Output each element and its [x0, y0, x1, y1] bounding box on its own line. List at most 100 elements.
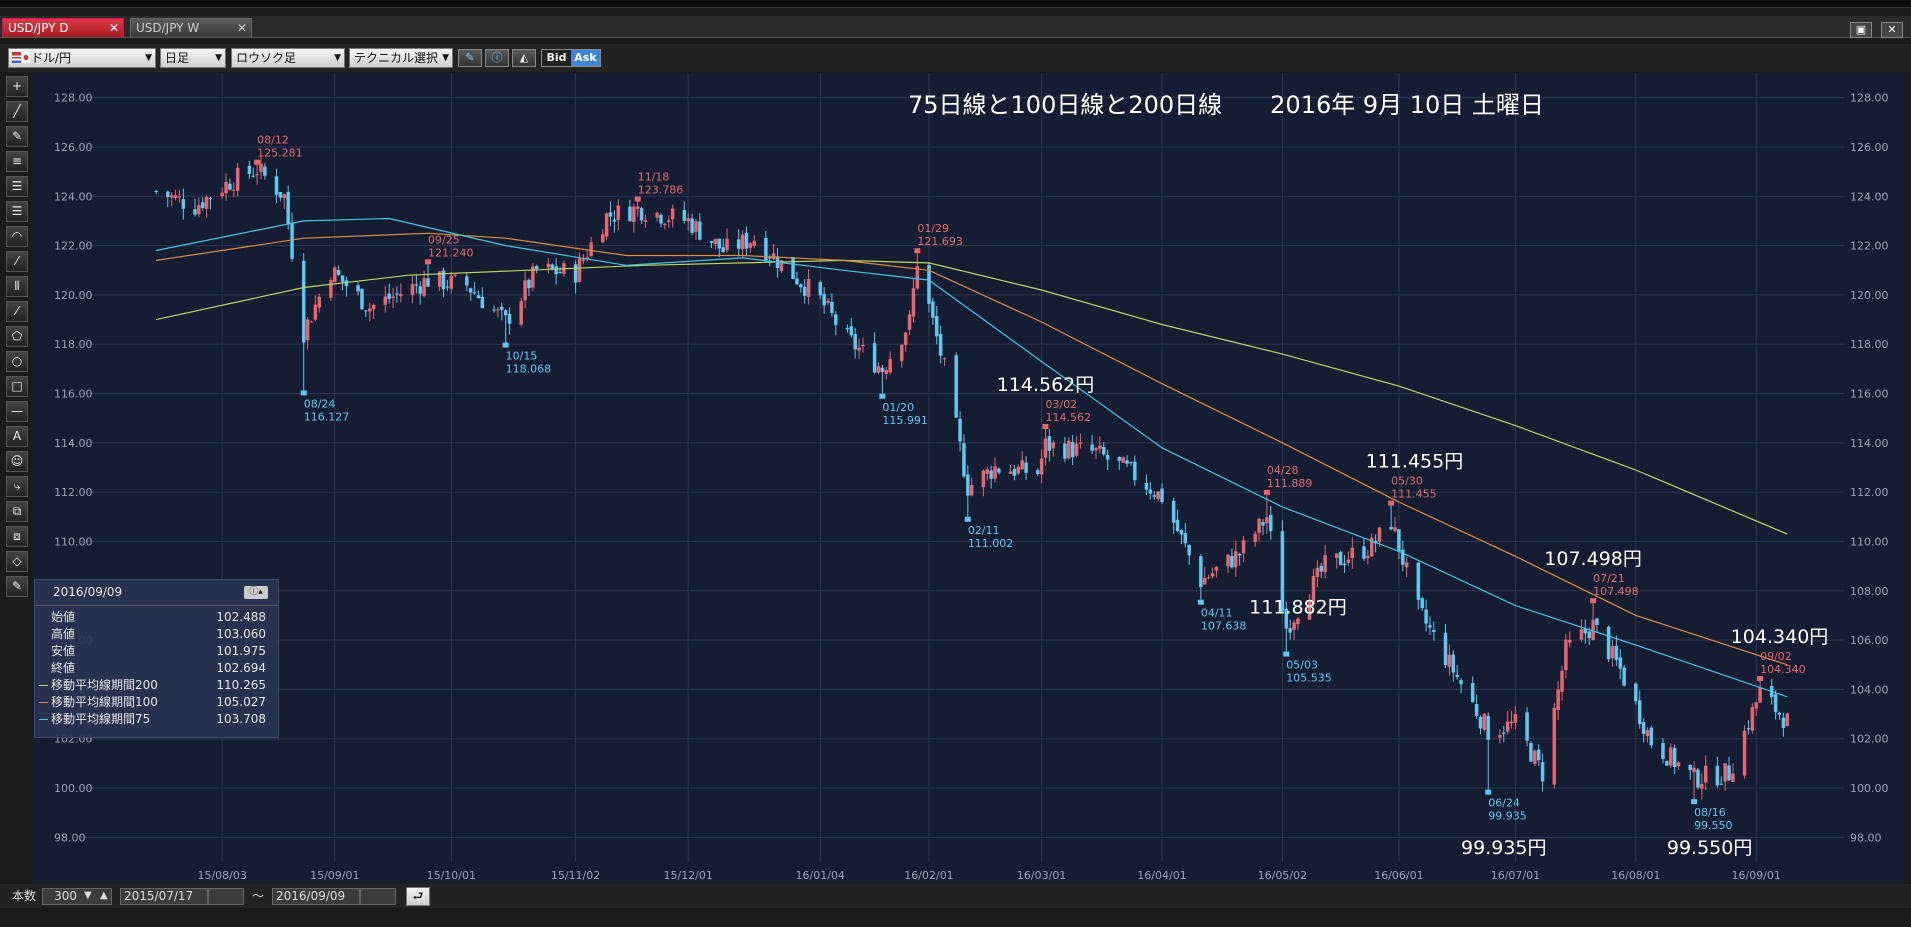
timeframe-select[interactable]: 日足 ▼: [160, 48, 226, 68]
swing-marker: [502, 342, 509, 348]
y-tick-label-left: 118.00: [54, 338, 93, 351]
pentagon-icon[interactable]: ⬠: [6, 326, 28, 347]
from-time-input[interactable]: [208, 888, 244, 905]
rectangle-icon[interactable]: □: [6, 376, 28, 397]
pitchfork-icon[interactable]: ⁄: [6, 301, 28, 322]
restore-window-icon[interactable]: ▣: [1849, 22, 1872, 38]
technical-select[interactable]: テクニカル選択 ▼: [349, 48, 453, 68]
crosshair-icon[interactable]: +: [6, 76, 28, 97]
candle-body: [1513, 713, 1518, 723]
trend-line-icon[interactable]: ╱: [6, 101, 28, 122]
close-tab-icon[interactable]: ✕: [237, 19, 247, 38]
info-icon[interactable]: ⓘ: [485, 49, 509, 67]
swing-value-label: 115.991: [882, 414, 928, 427]
info-value: 102.694: [216, 661, 266, 675]
candle-body: [1568, 639, 1572, 643]
candle-body: [197, 205, 201, 215]
y-tick-label-left: 114.00: [54, 437, 93, 450]
gann-icon[interactable]: ⁄: [6, 251, 28, 272]
ask-button[interactable]: Ask: [571, 50, 600, 66]
y-tick-label-right: 122.00: [1850, 240, 1889, 253]
x-tick-label: 16/06/01: [1374, 869, 1423, 882]
text-icon[interactable]: A: [6, 426, 28, 447]
candle-body: [224, 181, 228, 194]
paste-icon[interactable]: ⧈: [6, 526, 28, 547]
candle-body: [791, 257, 795, 280]
x-tick-label: 16/01/04: [796, 869, 845, 882]
swing-date-label: 05/03: [1286, 659, 1318, 672]
to-time-input[interactable]: [360, 888, 396, 905]
cursor-icon[interactable]: ⤷: [6, 476, 28, 497]
candle-body: [1669, 747, 1673, 766]
swing-value-label: 111.889: [1267, 477, 1313, 490]
to-date-input[interactable]: 2016/09/09: [272, 888, 360, 905]
horizontal-lines-icon[interactable]: ≡: [6, 151, 28, 172]
candle-body: [177, 196, 182, 198]
candle-body: [1502, 732, 1506, 734]
fibonacci-icon[interactable]: ☰: [6, 201, 28, 222]
chart-panel: 128.00 128.00 126.00 126.00 124.00 124.00 122.…: [32, 73, 1904, 884]
price-annotation: 107.498円: [1544, 548, 1642, 570]
candle-body: [717, 238, 722, 249]
candle-body: [1230, 556, 1234, 568]
candle-body: [643, 220, 648, 222]
candle-body: [426, 278, 430, 287]
arc-icon[interactable]: ◠: [6, 226, 28, 247]
apply-range-button[interactable]: ⮐: [406, 887, 430, 906]
info-label: 移動平均線期間100: [51, 695, 158, 709]
bid-button[interactable]: Bid: [542, 50, 571, 66]
candle-body: [744, 232, 749, 249]
tab-usdjpy-daily[interactable]: USD/JPY D ✕: [2, 18, 124, 37]
chart-style-select[interactable]: ロウソク足 ▼: [231, 48, 345, 68]
pen-icon[interactable]: ✎: [458, 49, 482, 67]
candle-body: [1404, 562, 1409, 568]
circle-icon[interactable]: ○: [6, 351, 28, 372]
pencil-icon[interactable]: ✎: [6, 126, 28, 147]
collapse-info-icon[interactable]: ⓘ▴: [244, 586, 268, 599]
candle-body: [1424, 609, 1428, 624]
from-date-input[interactable]: 2015/07/17: [120, 888, 208, 905]
candle-body: [1342, 563, 1347, 566]
horizontal-line-icon[interactable]: —: [6, 401, 28, 422]
candle-body: [589, 242, 593, 257]
candle-body: [958, 418, 962, 442]
info-row: 安値 101.975: [35, 643, 278, 660]
price-chart[interactable]: 128.00 128.00 126.00 126.00 124.00 124.00 122.…: [32, 73, 1904, 884]
count-up-icon[interactable]: ▲: [100, 888, 108, 904]
y-tick-label-right: 106.00: [1850, 634, 1889, 647]
eraser-icon[interactable]: ◇: [6, 551, 28, 572]
close-tab-icon[interactable]: ✕: [109, 19, 119, 38]
candle-body: [1288, 628, 1292, 633]
timeframe-value: 日足: [165, 51, 190, 65]
icon-stamp-icon[interactable]: ☺: [6, 451, 28, 472]
candle-body: [1160, 488, 1164, 503]
candle-body: [1719, 783, 1724, 785]
technical-value: テクニカル選択: [354, 51, 439, 65]
currency-pair-select[interactable]: ドル/円 ▼: [8, 48, 156, 68]
y-tick-label-left: 128.00: [54, 92, 93, 105]
cycle-lines-icon[interactable]: ⦀: [6, 276, 28, 297]
bid-ask-toggle[interactable]: Bid Ask: [541, 49, 601, 67]
candle-body: [1199, 556, 1203, 588]
candle-body: [154, 190, 158, 192]
candle-body: [608, 212, 613, 217]
candle-body: [1587, 631, 1591, 639]
copy-icon[interactable]: ⧉: [6, 501, 28, 522]
candle-body: [395, 293, 399, 295]
channel-icon[interactable]: ☰: [6, 176, 28, 197]
tab-usdjpy-weekly[interactable]: USD/JPY W ✕: [130, 18, 252, 37]
info-row: 移動平均線期間75 103.708: [35, 711, 278, 728]
candle-body: [1595, 618, 1599, 626]
candle-body: [333, 267, 337, 283]
close-window-icon[interactable]: ✕: [1881, 22, 1903, 38]
candle-body: [604, 213, 609, 237]
count-down-icon[interactable]: ▼: [84, 888, 92, 904]
x-tick-label: 15/11/02: [551, 869, 600, 882]
candle-body: [1552, 707, 1557, 785]
y-tick-label-right: 114.00: [1850, 437, 1889, 450]
area-chart-icon[interactable]: ◭: [512, 49, 536, 67]
highlighter-icon[interactable]: ✎: [6, 576, 28, 597]
candle-body: [577, 258, 582, 282]
info-row: 移動平均線期間100 105.027: [35, 694, 278, 711]
us-flag-icon: [12, 52, 21, 63]
